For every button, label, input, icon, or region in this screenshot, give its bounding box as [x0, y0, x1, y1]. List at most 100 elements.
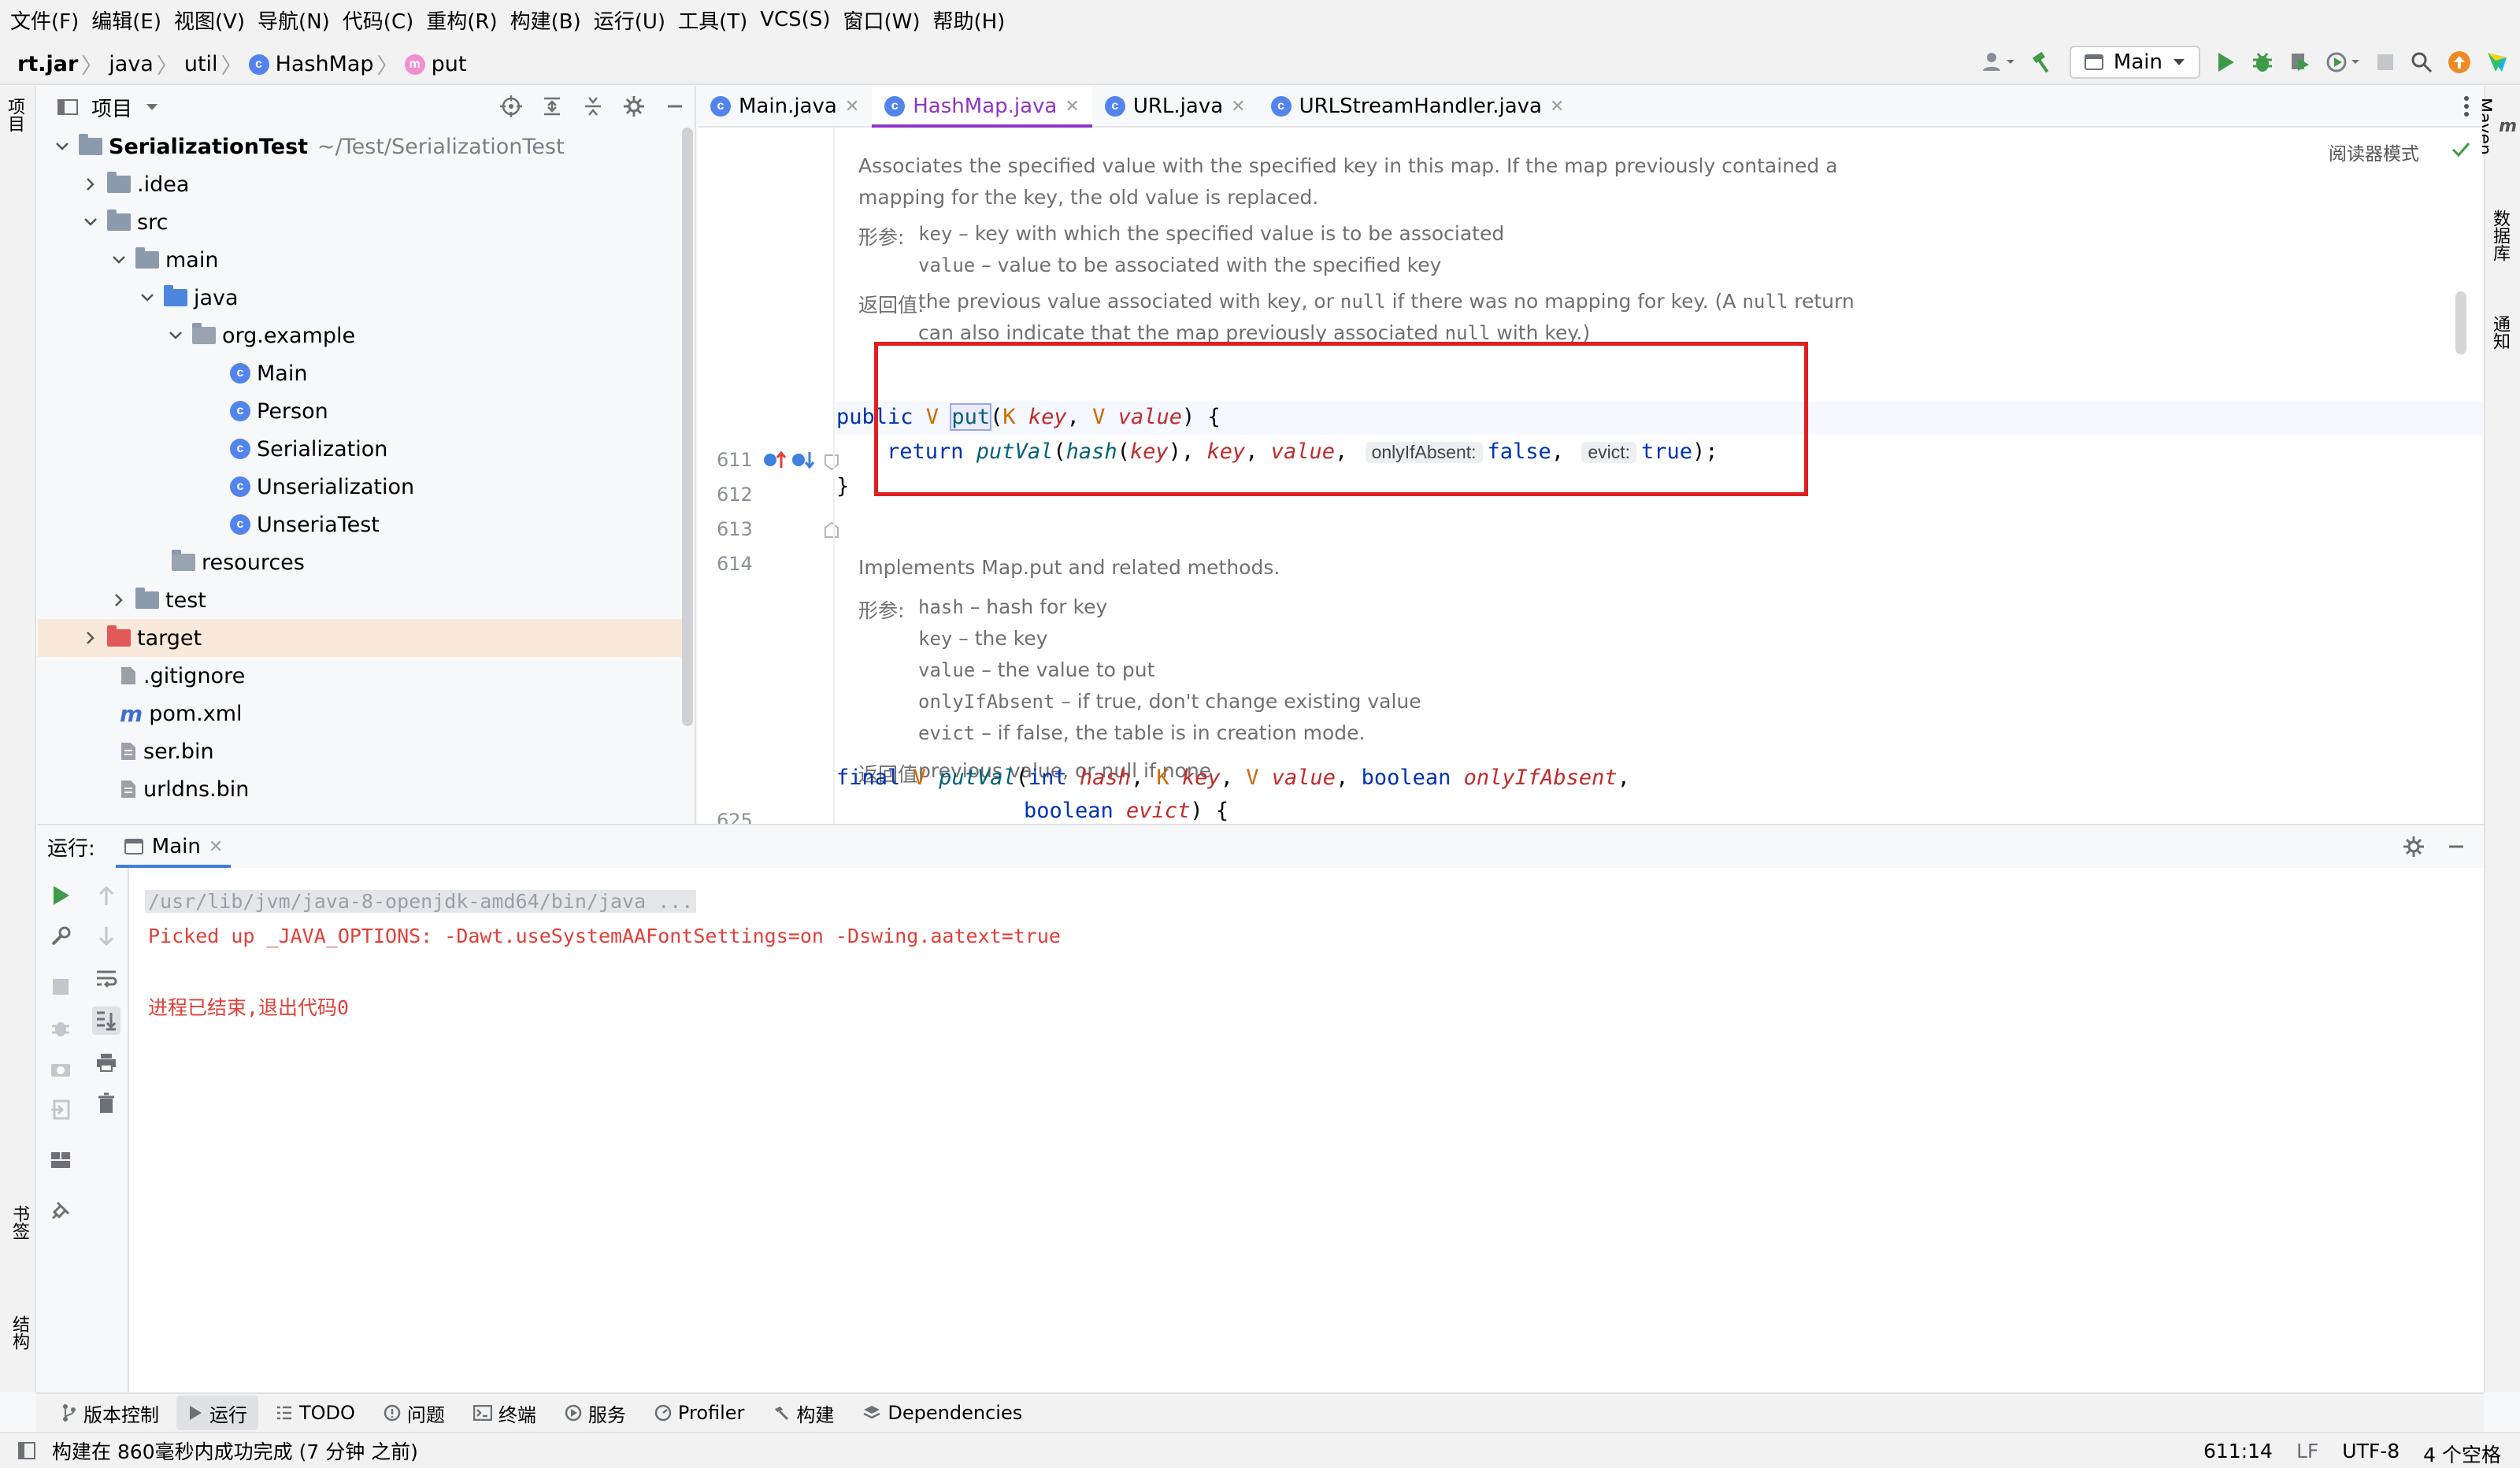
reader-mode-button[interactable]: 阅读器模式	[2329, 139, 2419, 165]
run-tab-main[interactable]: Main ✕	[115, 825, 232, 868]
scroll-to-end-icon[interactable]	[92, 1006, 120, 1035]
tab-url-java[interactable]: c URL.java ✕	[1092, 87, 1258, 126]
breadcrumb-jar[interactable]: rt.jar	[17, 52, 78, 76]
menu-view[interactable]: 视图(V)	[172, 6, 255, 35]
notifications-tool-tab[interactable]: 通知	[2490, 315, 2517, 350]
breadcrumb-package-util[interactable]: util	[184, 52, 218, 76]
tool-window-profiler[interactable]: Profiler	[643, 1396, 756, 1430]
gear-icon[interactable]	[2402, 835, 2426, 858]
menu-tools[interactable]: 工具(T)	[676, 6, 758, 35]
tab-urlstreamhandler-java[interactable]: c URLStreamHandler.java ✕	[1258, 87, 1577, 126]
tool-window-vcs[interactable]: 版本控制	[50, 1396, 170, 1430]
stop-icon[interactable]	[49, 975, 72, 999]
chevron-right-icon[interactable]	[82, 176, 99, 193]
select-opened-file-icon[interactable]	[499, 95, 523, 118]
menu-help[interactable]: 帮助(H)	[930, 6, 1015, 35]
menu-build[interactable]: 构建(B)	[508, 6, 591, 35]
trash-icon[interactable]	[94, 1092, 118, 1115]
breadcrumb-class[interactable]: c HashMap	[248, 52, 374, 76]
minimize-icon[interactable]	[2444, 835, 2468, 858]
bookmarks-tool-tab[interactable]: 书签	[5, 1205, 32, 1240]
tool-window-problems[interactable]: 问题	[372, 1396, 456, 1430]
collapse-all-icon[interactable]	[581, 95, 605, 118]
close-icon[interactable]: ✕	[845, 97, 859, 117]
tree-item-ser-bin[interactable]: ser.bin	[38, 732, 684, 770]
menu-run[interactable]: 运行(U)	[591, 6, 676, 35]
layout-icon[interactable]	[49, 1148, 72, 1172]
breadcrumb-package-java[interactable]: java	[109, 52, 154, 76]
close-icon[interactable]: ✕	[1550, 97, 1564, 117]
pin-icon[interactable]	[49, 1199, 72, 1222]
tree-item-urldns-bin[interactable]: urldns.bin	[38, 770, 684, 808]
tool-window-services[interactable]: 服务	[554, 1396, 637, 1430]
arrow-down-icon[interactable]	[94, 925, 118, 948]
tool-window-run[interactable]: 运行	[176, 1396, 258, 1430]
project-panel-title[interactable]: 项目	[91, 93, 132, 122]
menu-edit[interactable]: 编辑(E)	[89, 6, 172, 35]
debug-icon[interactable]	[2251, 50, 2274, 74]
rerun-icon[interactable]	[49, 884, 72, 907]
editor-scrollbar[interactable]	[2455, 291, 2466, 354]
camera-icon[interactable]	[49, 1057, 72, 1081]
gear-icon[interactable]	[622, 95, 646, 118]
tree-item-src[interactable]: src	[38, 203, 684, 241]
chevron-down-icon[interactable]	[54, 138, 71, 155]
overridden-method-icon[interactable]	[791, 449, 816, 471]
menu-navigate[interactable]: 导航(N)	[255, 6, 340, 35]
tree-item-test[interactable]: test	[38, 581, 684, 619]
tree-item-package[interactable]: org.example	[38, 317, 684, 354]
tree-item-class-unserialization[interactable]: c Unserialization	[38, 468, 684, 506]
chevron-down-icon[interactable]	[82, 213, 99, 231]
file-encoding[interactable]: UTF-8	[2342, 1440, 2400, 1468]
user-icon[interactable]	[1981, 50, 2016, 74]
tab-hashmap-java[interactable]: c HashMap.java ✕	[872, 87, 1092, 128]
tool-window-todo[interactable]: TODO	[265, 1396, 366, 1430]
chevron-right-icon[interactable]	[110, 591, 128, 609]
close-icon[interactable]: ✕	[209, 837, 223, 857]
maven-tool-tab[interactable]: m Maven	[2474, 98, 2517, 155]
jetbrains-logo-icon[interactable]	[2485, 50, 2509, 74]
stop-icon[interactable]	[2375, 52, 2396, 72]
close-icon[interactable]: ✕	[1065, 97, 1079, 117]
menu-vcs[interactable]: VCS(S)	[758, 8, 840, 32]
tool-window-dependencies[interactable]: Dependencies	[851, 1396, 1033, 1430]
chevron-down-icon[interactable]	[145, 102, 159, 112]
expand-all-icon[interactable]	[540, 95, 564, 118]
menu-code[interactable]: 代码(C)	[340, 6, 424, 35]
indent-setting[interactable]: 4 个空格	[2423, 1440, 2501, 1468]
tab-options-menu[interactable]	[2451, 87, 2482, 126]
tree-item-java[interactable]: java	[38, 279, 684, 317]
structure-tool-tab[interactable]: 结构	[5, 1315, 32, 1350]
chevron-down-icon[interactable]	[110, 251, 128, 269]
wrench-icon[interactable]	[49, 925, 72, 948]
menu-window[interactable]: 窗口(W)	[840, 6, 930, 35]
checkmark-icon[interactable]	[2451, 140, 2471, 159]
coverage-icon[interactable]	[2288, 50, 2312, 74]
hammer-build-icon[interactable]	[2030, 50, 2055, 75]
chevron-down-icon[interactable]	[167, 327, 184, 344]
login-icon[interactable]	[49, 1098, 72, 1121]
cursor-position[interactable]: 611:14	[2203, 1440, 2273, 1468]
tree-item-class-serialization[interactable]: c Serialization	[38, 430, 684, 468]
overrides-method-icon[interactable]	[762, 449, 788, 471]
close-icon[interactable]: ✕	[1231, 97, 1245, 117]
soft-wrap-icon[interactable]	[94, 967, 118, 991]
search-icon[interactable]	[2410, 50, 2433, 74]
run-configuration-select[interactable]: Main	[2069, 46, 2200, 79]
tree-item-main[interactable]: main	[38, 241, 684, 279]
tree-item-target[interactable]: target	[38, 619, 684, 657]
profiler-icon[interactable]	[2326, 50, 2361, 74]
status-message[interactable]: 构建在 860毫秒内成功完成 (7 分钟 之前)	[52, 1436, 418, 1465]
chevron-right-icon[interactable]	[82, 629, 99, 647]
run-icon[interactable]	[2214, 50, 2236, 74]
console-command-line[interactable]: /usr/lib/jvm/java-8-openjdk-amd64/bin/ja…	[145, 890, 697, 913]
tree-item-idea[interactable]: .idea	[38, 165, 684, 203]
chevron-down-icon[interactable]	[139, 289, 156, 306]
breadcrumb-method[interactable]: m put	[404, 52, 466, 76]
project-scrollbar[interactable]	[682, 128, 693, 726]
database-tool-tab[interactable]: 数据库	[2490, 209, 2517, 261]
project-tool-tab[interactable]: 项目	[5, 98, 32, 132]
tab-main-java[interactable]: c Main.java ✕	[698, 87, 872, 126]
debug-icon[interactable]	[49, 1016, 72, 1040]
tree-item-class-main[interactable]: c Main	[38, 354, 684, 392]
